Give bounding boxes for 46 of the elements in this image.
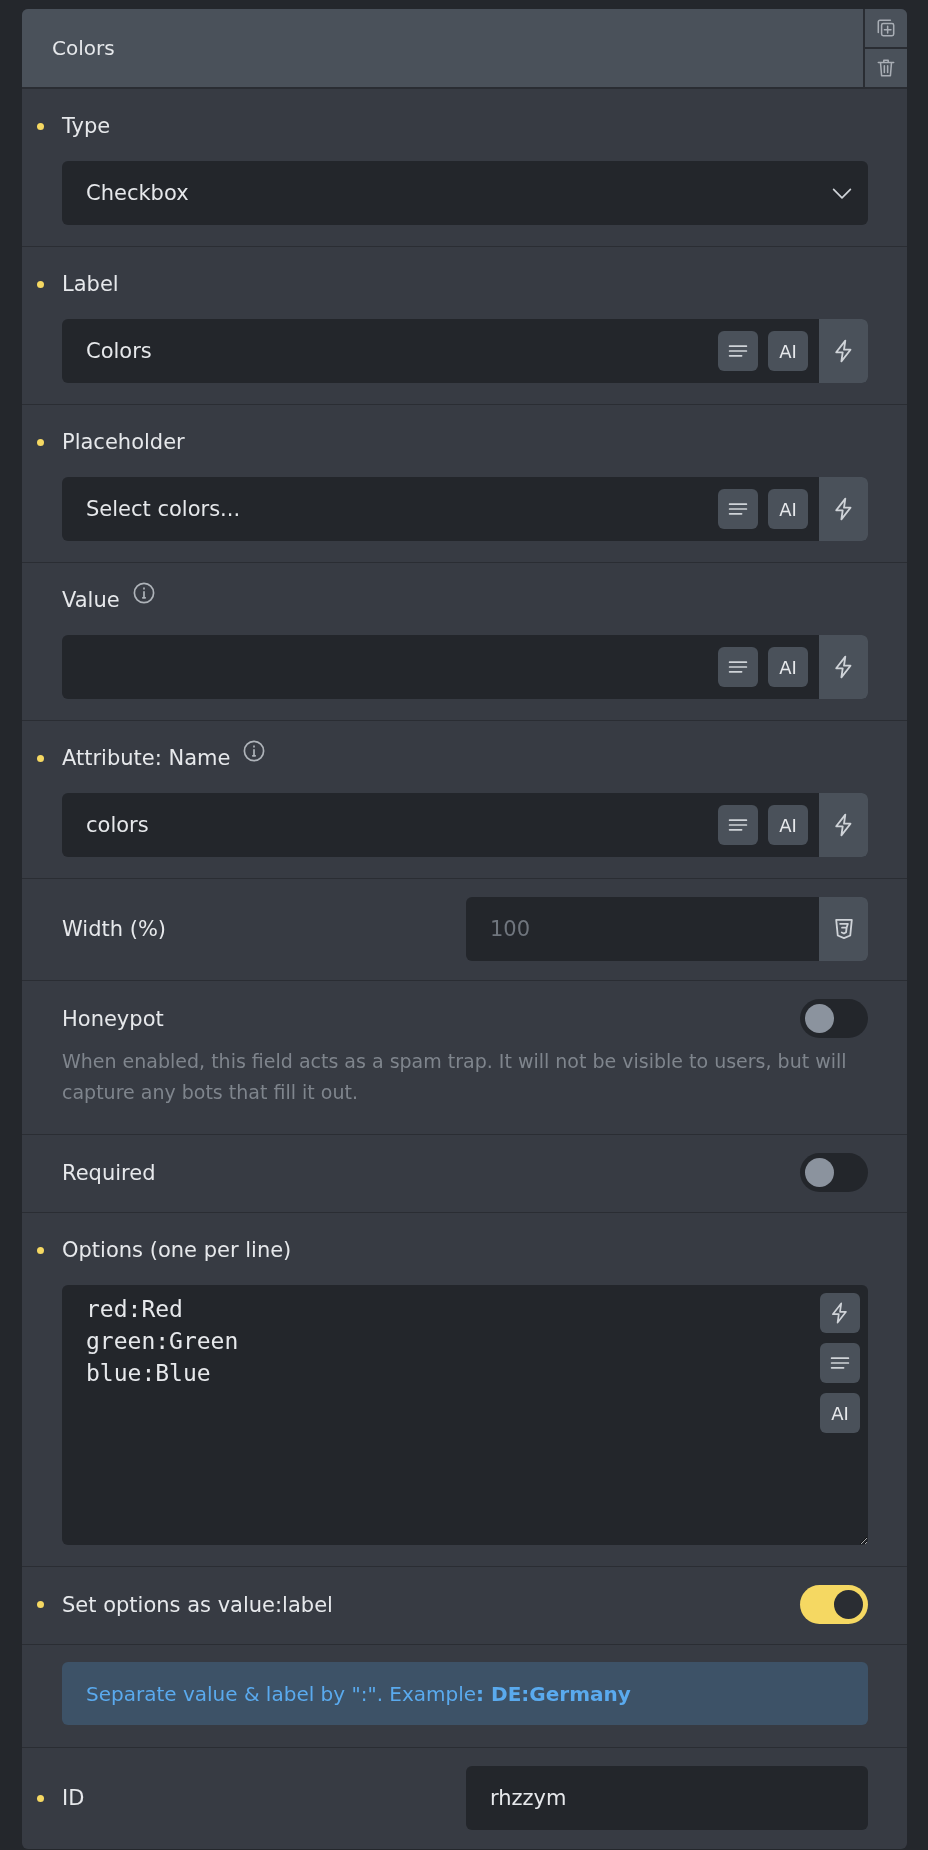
ai-button[interactable]: AI — [820, 1393, 860, 1433]
field-label: Value — [62, 588, 120, 612]
field-label: Options (one per line) — [62, 1238, 292, 1262]
ai-button[interactable]: AI — [768, 331, 808, 371]
dynamic-data-button[interactable] — [820, 1293, 860, 1333]
text-format-button[interactable] — [718, 331, 758, 371]
dropdown[interactable]: Checkbox — [62, 161, 868, 225]
field-label: Required — [62, 1160, 156, 1185]
field-label: Honeypot — [62, 1006, 164, 1031]
trash-icon — [875, 57, 897, 79]
duplicate-button[interactable] — [865, 9, 907, 47]
field-label: Set options as value:label — [62, 1592, 333, 1617]
text-field[interactable]: Select colors... AI — [62, 477, 868, 541]
dynamic-data-button[interactable] — [819, 319, 868, 383]
field-label: ID — [62, 1786, 85, 1810]
text-field[interactable]: rhzzym — [466, 1766, 868, 1830]
text-field[interactable]: AI — [62, 635, 868, 699]
text-format-button[interactable] — [820, 1343, 860, 1383]
field-description: When enabled, this field acts as a spam trap. It will not be visible to users, but will capture any bots that fill it out. — [62, 1049, 848, 1105]
toggle-switch[interactable] — [800, 999, 868, 1038]
css-button[interactable] — [819, 897, 868, 961]
field-label: Label — [62, 272, 119, 296]
dynamic-data-button[interactable] — [819, 793, 868, 857]
text-input[interactable]: Select colors... — [62, 477, 718, 541]
field-label: Placeholder — [62, 430, 185, 454]
text-format-button[interactable] — [718, 489, 758, 529]
text-format-button[interactable] — [718, 805, 758, 845]
toggle-switch[interactable] — [800, 1585, 868, 1624]
panel-title: Colors — [52, 36, 115, 60]
field-label: Attribute: Name — [62, 746, 231, 770]
toggle-switch[interactable] — [800, 1153, 868, 1192]
field-label: Width (%) — [62, 917, 167, 941]
delete-button[interactable] — [865, 47, 907, 87]
text-input[interactable]: Colors — [62, 319, 718, 383]
dynamic-data-button[interactable] — [819, 635, 868, 699]
text-input[interactable]: colors — [62, 793, 718, 857]
text-field[interactable]: colors AI — [62, 793, 868, 857]
field-label: Type — [62, 114, 111, 138]
info-notice: Separate value & label by ":". Example: DE:Germany — [62, 1662, 868, 1725]
ai-button[interactable]: AI — [768, 489, 808, 529]
ai-button[interactable]: AI — [768, 805, 808, 845]
duplicate-icon — [875, 17, 897, 39]
text-format-button[interactable] — [718, 647, 758, 687]
dynamic-data-button[interactable] — [819, 477, 868, 541]
ai-button[interactable]: AI — [768, 647, 808, 687]
text-field[interactable]: Colors AI — [62, 319, 868, 383]
